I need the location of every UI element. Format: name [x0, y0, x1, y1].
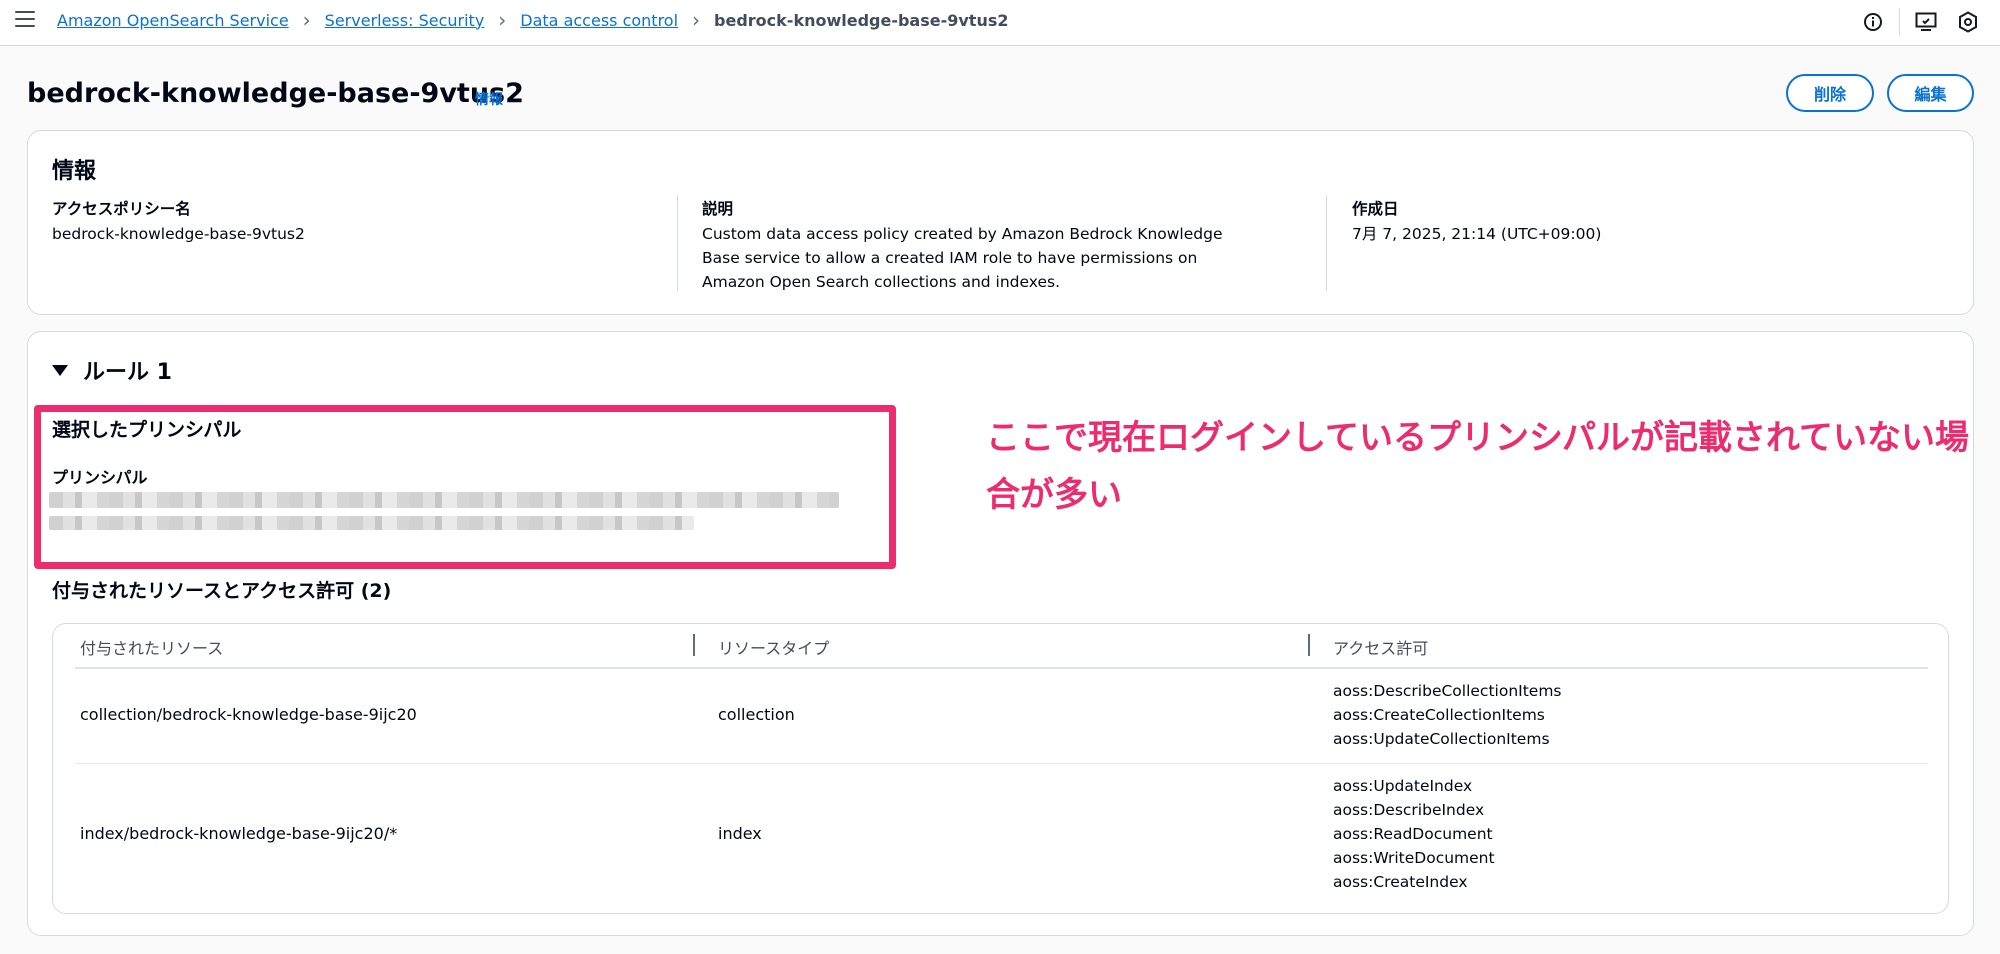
table-cell-permissions: aoss:UpdateIndex aoss:DescribeIndex aoss…: [1333, 774, 1495, 894]
info-icon[interactable]: [1861, 10, 1885, 34]
rule-title: ルール 1: [83, 360, 172, 385]
table-cell-resource: index/bedrock-knowledge-base-9ijc20/*: [80, 824, 398, 843]
chevron-right-icon: ›: [302, 8, 311, 32]
column-header-resource-type[interactable]: リソースタイプ: [718, 635, 829, 659]
policy-name-field: アクセスポリシー名 bedrock-knowledge-base-9vtus2: [52, 197, 652, 246]
table-cell-permissions: aoss:DescribeCollectionItems aoss:Create…: [1333, 679, 1562, 751]
permission-item: aoss:CreateIndex: [1333, 873, 1468, 891]
selected-principals-heading: 選択したプリンシパル: [52, 419, 242, 441]
principal-label: プリンシパル: [52, 468, 148, 487]
permission-item: aoss:CreateCollectionItems: [1333, 706, 1545, 724]
description-field: 説明 Custom data access policy created by …: [702, 197, 1262, 294]
permission-item: aoss:UpdateIndex: [1333, 777, 1473, 795]
rule-expand-toggle[interactable]: ルール 1: [52, 354, 172, 386]
created-date-field: 作成日 7月 7, 2025, 21:14 (UTC+09:00): [1352, 197, 1912, 246]
redacted-principal: [49, 492, 839, 508]
page-title: bedrock-knowledge-base-9vtus2: [27, 78, 524, 109]
created-date-value: 7月 7, 2025, 21:14 (UTC+09:00): [1352, 225, 1602, 243]
permission-item: aoss:UpdateCollectionItems: [1333, 730, 1550, 748]
rule-panel: ルール 1 選択したプリンシパル プリンシパル ここで現在ログインしているプリン…: [27, 331, 1974, 936]
permission-item: aoss:DescribeCollectionItems: [1333, 682, 1562, 700]
menu-icon[interactable]: [15, 11, 35, 29]
table-cell-type: index: [718, 824, 762, 843]
resources-table: 付与されたリソース リソースタイプ アクセス許可 collection/bedr…: [52, 623, 1949, 914]
breadcrumb-serverless-security[interactable]: Serverless: Security: [325, 11, 485, 30]
column-header-permissions[interactable]: アクセス許可: [1333, 635, 1428, 659]
divider: [1899, 8, 1900, 36]
top-navigation-bar: Amazon OpenSearch Service › Serverless: …: [0, 0, 2000, 46]
settings-icon[interactable]: [1956, 10, 1980, 34]
delete-button[interactable]: 削除: [1786, 74, 1874, 112]
created-date-label: 作成日: [1352, 200, 1399, 218]
caret-down-icon: [52, 364, 68, 376]
column-divider: [1326, 195, 1327, 291]
row-divider: [75, 763, 1928, 764]
breadcrumb-current: bedrock-knowledge-base-9vtus2: [714, 10, 1009, 30]
column-resizer[interactable]: [1308, 634, 1310, 656]
description-value: Custom data access policy created by Ama…: [702, 225, 1223, 291]
table-cell-resource: collection/bedrock-knowledge-base-9ijc20: [80, 705, 417, 724]
chevron-right-icon: ›: [692, 8, 701, 32]
breadcrumb-data-access-control[interactable]: Data access control: [520, 11, 678, 30]
breadcrumb-opensearch-service[interactable]: Amazon OpenSearch Service: [57, 11, 289, 30]
info-link[interactable]: 情報: [475, 89, 503, 109]
table-header: 付与されたリソース リソースタイプ アクセス許可: [53, 624, 1948, 667]
chevron-right-icon: ›: [498, 8, 507, 32]
details-panel: 情報 アクセスポリシー名 bedrock-knowledge-base-9vtu…: [27, 130, 1974, 315]
header-divider: [75, 667, 1928, 669]
policy-name-label: アクセスポリシー名: [52, 200, 191, 218]
edit-button[interactable]: 編集: [1887, 74, 1974, 112]
feedback-icon[interactable]: [1914, 10, 1938, 34]
policy-name-value: bedrock-knowledge-base-9vtus2: [52, 225, 305, 243]
redacted-principal: [49, 516, 694, 530]
permission-item: aoss:DescribeIndex: [1333, 801, 1485, 819]
column-divider: [677, 195, 678, 291]
annotation-text: ここで現在ログインしているプリンシパルが記載されていない場合が多い: [986, 418, 1969, 515]
resources-heading: 付与されたリソースとアクセス許可 (2): [52, 580, 392, 602]
description-label: 説明: [702, 200, 734, 218]
details-heading: 情報: [52, 159, 97, 184]
column-header-resource[interactable]: 付与されたリソース: [80, 635, 223, 659]
column-resizer[interactable]: [693, 634, 695, 656]
permission-item: aoss:WriteDocument: [1333, 849, 1495, 867]
breadcrumb: Amazon OpenSearch Service › Serverless: …: [57, 10, 1009, 30]
permission-item: aoss:ReadDocument: [1333, 825, 1493, 843]
top-utilities: [1861, 8, 1980, 36]
table-cell-type: collection: [718, 705, 795, 724]
